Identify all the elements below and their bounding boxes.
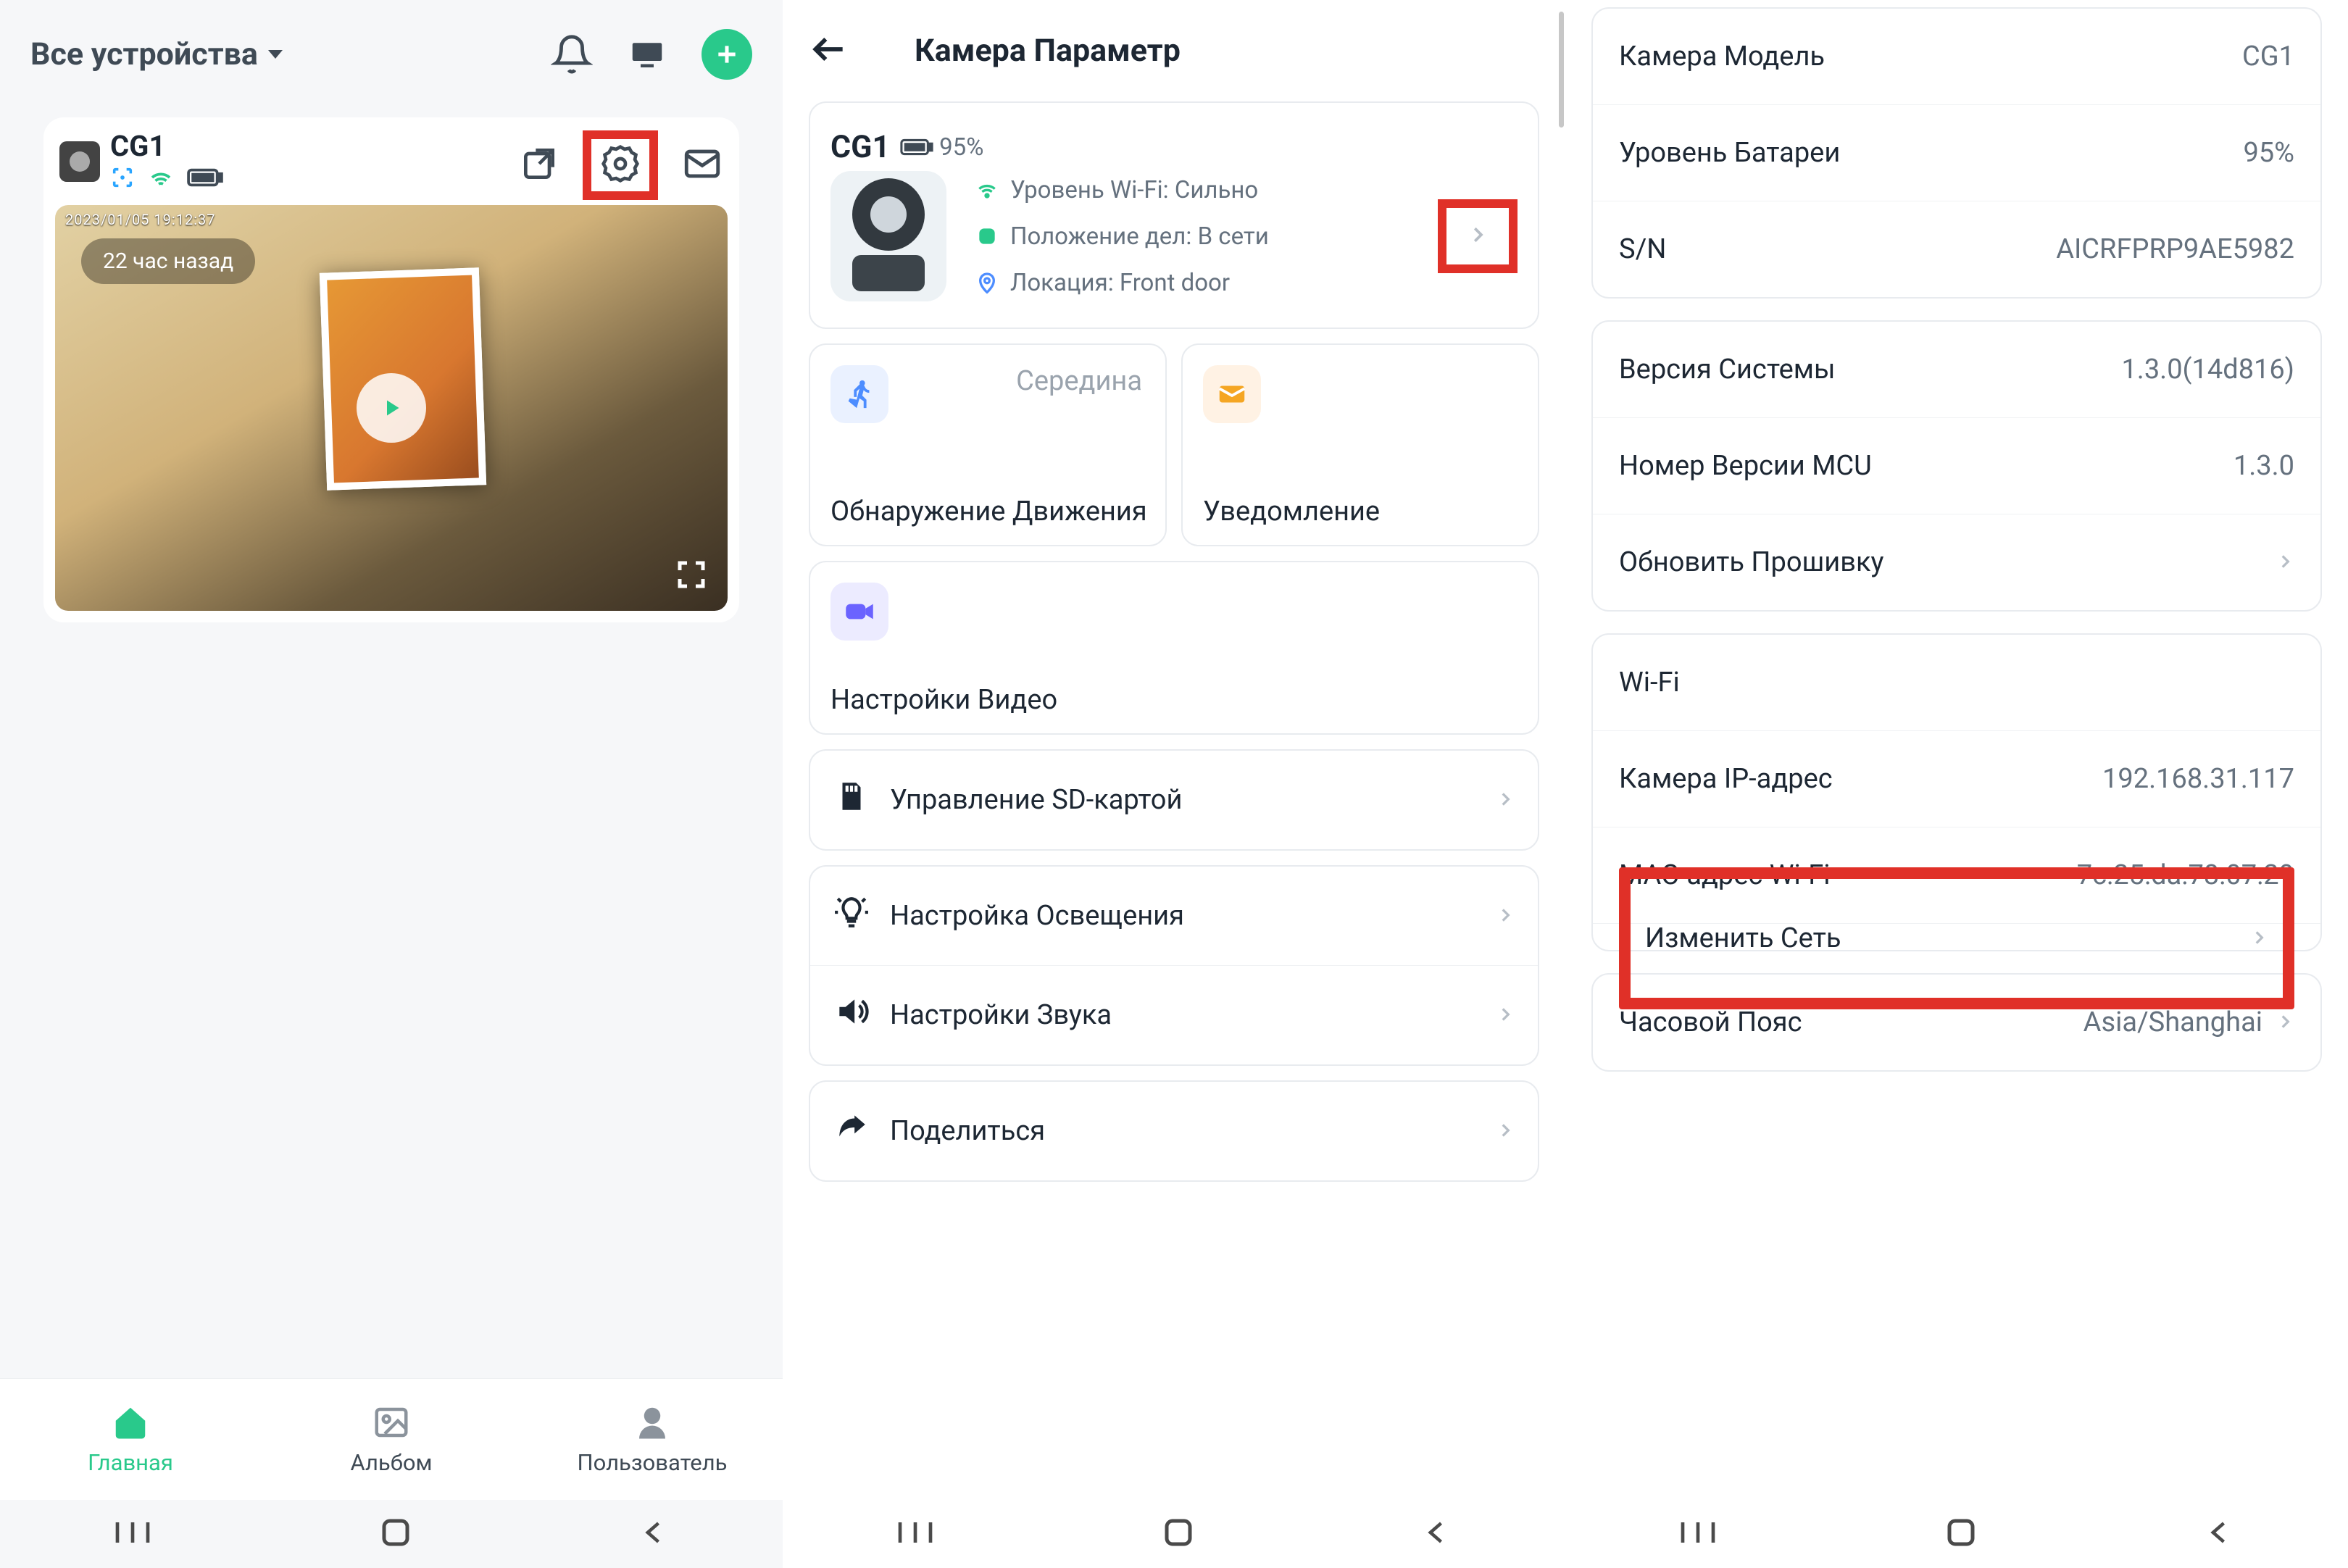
device-name: CG1: [830, 129, 890, 165]
video-settings-card[interactable]: Настройки Видео: [809, 561, 1539, 735]
device-info-chevron-highlight: [1438, 199, 1518, 273]
sd-card-label: Управление SD-картой: [890, 784, 1182, 816]
lighting-label: Настройка Освещения: [890, 900, 1184, 932]
android-nav-bar: [0, 1500, 783, 1568]
sn-row: S/N AICRFPRP9AE5982: [1593, 201, 2320, 297]
sd-card-icon: [833, 778, 870, 822]
devices-dropdown[interactable]: Все устройства: [30, 36, 283, 72]
popout-icon[interactable]: [519, 143, 559, 187]
model-row: Камера Модель CG1: [1593, 9, 2320, 104]
sound-label: Настройки Звука: [890, 999, 1112, 1031]
chevron-right-icon: [1496, 900, 1515, 932]
sd-card-row[interactable]: Управление SD-картой: [810, 751, 1538, 849]
screen-icon[interactable]: [628, 35, 667, 74]
status-row: Положение дел: В сети: [975, 222, 1269, 251]
chevron-right-icon: [1496, 999, 1515, 1031]
chevron-right-icon: [1496, 1115, 1515, 1147]
motion-detection-card[interactable]: Середина Обнаружение Движения: [809, 343, 1167, 546]
tab-user-label: Пользователь: [578, 1449, 728, 1476]
wifi-level-row: Уровень Wi-Fi: Сильно: [975, 176, 1269, 204]
devices-dropdown-label: Все устройства: [30, 36, 258, 72]
motion-icon: [830, 365, 888, 423]
play-button[interactable]: [357, 373, 426, 443]
notification-icon: [1203, 365, 1261, 423]
fullscreen-icon[interactable]: [674, 557, 709, 595]
battery-percent: 95%: [939, 133, 983, 162]
device-name: CG1: [110, 129, 223, 163]
location-row: Локация: Front door: [975, 269, 1269, 297]
settings-highlight: [583, 130, 658, 200]
nav-back-icon[interactable]: [1421, 1517, 1453, 1551]
wifi-row: Wi-Fi: [1593, 635, 2320, 730]
device-card: CG1 2023/01/05 19:12:37 22 час назад: [43, 117, 739, 622]
motion-state: Середина: [1016, 365, 1142, 397]
snapshot-timestamp: 2023/01/05 19:12:37: [65, 211, 216, 228]
notification-label: Уведомление: [1203, 496, 1380, 527]
nav-home-icon[interactable]: [1161, 1515, 1196, 1553]
tab-home-label: Главная: [88, 1449, 173, 1476]
nav-recents-icon[interactable]: [112, 1518, 153, 1550]
tab-album-label: Альбом: [350, 1449, 432, 1476]
share-label: Поделиться: [890, 1115, 1045, 1147]
nav-home-icon[interactable]: [1944, 1515, 1978, 1553]
nav-back-icon[interactable]: [638, 1517, 670, 1551]
nav-back-icon[interactable]: [2204, 1517, 2236, 1551]
chevron-right-icon: [2249, 922, 2268, 954]
time-ago-badge: 22 час назад: [81, 238, 255, 284]
sys-version-row: Версия Системы 1.3.0(14d816): [1593, 322, 2320, 417]
wifi-icon: [148, 164, 174, 193]
android-nav-bar: [783, 1500, 1565, 1568]
page-title: Камера Параметр: [915, 33, 1181, 69]
nav-recents-icon[interactable]: [895, 1518, 936, 1550]
sound-row[interactable]: Настройки Звука: [810, 965, 1538, 1064]
mail-icon[interactable]: [681, 143, 723, 188]
video-label: Настройки Видео: [830, 684, 1057, 716]
back-icon[interactable]: [809, 29, 849, 72]
video-icon: [830, 583, 888, 641]
add-device-button[interactable]: [702, 29, 752, 80]
camera-image-icon: [830, 171, 946, 301]
lightbulb-icon: [833, 894, 870, 938]
chevron-right-icon: [2276, 1006, 2294, 1038]
lighting-row[interactable]: Настройка Освещения: [810, 867, 1538, 965]
chevron-right-icon[interactable]: [1467, 224, 1489, 246]
scrollbar[interactable]: [1559, 12, 1564, 128]
update-firmware-row[interactable]: Обновить Прошивку: [1593, 514, 2320, 610]
nav-recents-icon[interactable]: [1678, 1518, 1718, 1550]
motion-label: Обнаружение Движения: [830, 496, 1147, 527]
android-nav-bar: [1565, 1500, 2348, 1568]
tab-album[interactable]: Альбом: [261, 1379, 522, 1500]
change-network-row[interactable]: Изменить Сеть: [1645, 922, 2268, 954]
battery-row: Уровень Батареи 95%: [1593, 104, 2320, 201]
focus-icon: [110, 165, 135, 193]
share-row[interactable]: Поделиться: [810, 1082, 1538, 1180]
bottom-tabbar: Главная Альбом Пользователь: [0, 1378, 783, 1500]
battery-icon: [187, 167, 223, 191]
ip-row: Камера IP-адрес 192.168.31.117: [1593, 730, 2320, 827]
chevron-right-icon: [1496, 784, 1515, 816]
caret-down-icon: [268, 50, 283, 59]
bell-icon[interactable]: [551, 33, 593, 75]
battery-indicator: 95%: [900, 133, 983, 162]
change-network-highlight: Изменить Сеть: [1619, 867, 2294, 1009]
speaker-icon: [833, 993, 870, 1037]
mcu-version-row: Номер Версии MCU 1.3.0: [1593, 417, 2320, 514]
notification-card[interactable]: Уведомление: [1181, 343, 1539, 546]
camera-snapshot[interactable]: 2023/01/05 19:12:37 22 час назад: [55, 205, 728, 611]
share-icon: [833, 1109, 870, 1153]
chevron-right-icon: [2276, 546, 2294, 578]
nav-home-icon[interactable]: [378, 1515, 413, 1553]
tab-home[interactable]: Главная: [0, 1379, 261, 1500]
device-info-card[interactable]: CG1 95% Уровень Wi-Fi: Сильно: [809, 101, 1539, 329]
camera-thumbnail-icon: [59, 141, 100, 182]
tab-user[interactable]: Пользователь: [522, 1379, 783, 1500]
settings-icon[interactable]: [600, 173, 641, 187]
